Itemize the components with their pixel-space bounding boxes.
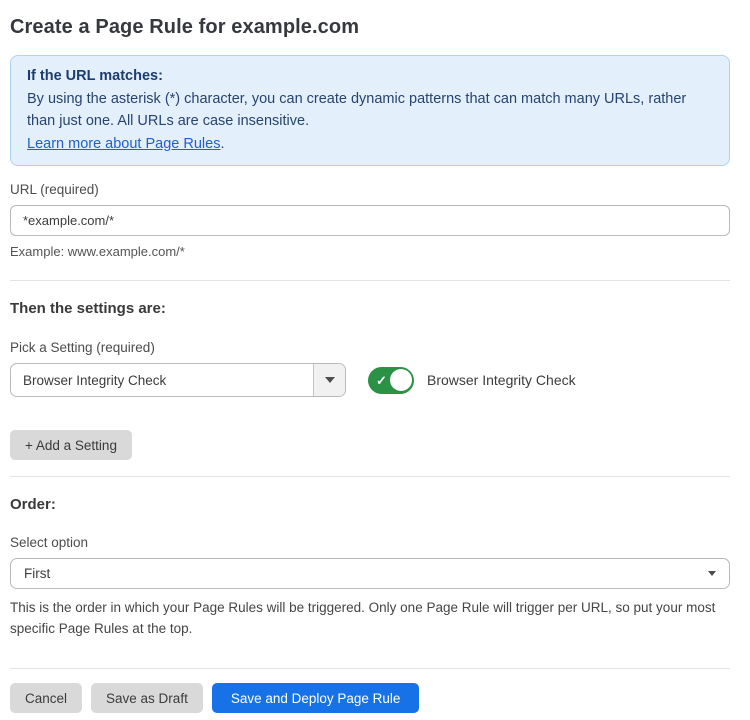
save-deploy-button[interactable]: Save and Deploy Page Rule — [212, 683, 420, 713]
order-help-text: This is the order in which your Page Rul… — [10, 597, 730, 639]
footer-actions: Cancel Save as Draft Save and Deploy Pag… — [10, 683, 730, 713]
setting-row: Browser Integrity Check ✓ Browser Integr… — [10, 363, 730, 397]
add-setting-button[interactable]: + Add a Setting — [10, 430, 132, 460]
page-rule-form: Create a Page Rule for example.com If th… — [0, 0, 750, 713]
setting-toggle[interactable]: ✓ — [368, 367, 414, 394]
page-title: Create a Page Rule for example.com — [10, 16, 730, 39]
save-draft-button[interactable]: Save as Draft — [91, 683, 203, 713]
settings-section-heading: Then the settings are: — [10, 300, 730, 317]
setting-picker-label: Pick a Setting (required) — [10, 340, 730, 355]
info-box-heading: If the URL matches: — [27, 65, 713, 88]
url-match-info-box: If the URL matches: By using the asteris… — [10, 55, 730, 166]
check-icon: ✓ — [376, 374, 387, 387]
order-section-heading: Order: — [10, 496, 730, 513]
info-box-body: By using the asterisk (*) character, you… — [27, 88, 713, 133]
toggle-label: Browser Integrity Check — [427, 372, 576, 388]
chevron-down-icon — [325, 377, 335, 383]
setting-select-arrow-button[interactable] — [314, 364, 345, 396]
url-input[interactable] — [10, 205, 730, 236]
toggle-knob — [390, 369, 412, 391]
url-example-text: Example: www.example.com/* — [10, 244, 730, 259]
order-select-label: Select option — [10, 535, 730, 550]
setting-select-value: Browser Integrity Check — [11, 364, 314, 396]
chevron-down-icon — [708, 571, 716, 576]
section-divider — [10, 476, 730, 477]
link-suffix: . — [220, 136, 224, 152]
section-divider — [10, 280, 730, 281]
url-field-label: URL (required) — [10, 182, 730, 197]
cancel-button[interactable]: Cancel — [10, 683, 82, 713]
footer-divider — [10, 668, 730, 669]
learn-more-link[interactable]: Learn more about Page Rules — [27, 136, 220, 152]
order-select-value: First — [24, 566, 708, 581]
info-box-link-line: Learn more about Page Rules. — [27, 133, 713, 156]
setting-select[interactable]: Browser Integrity Check — [10, 363, 346, 397]
order-select[interactable]: First — [10, 558, 730, 589]
